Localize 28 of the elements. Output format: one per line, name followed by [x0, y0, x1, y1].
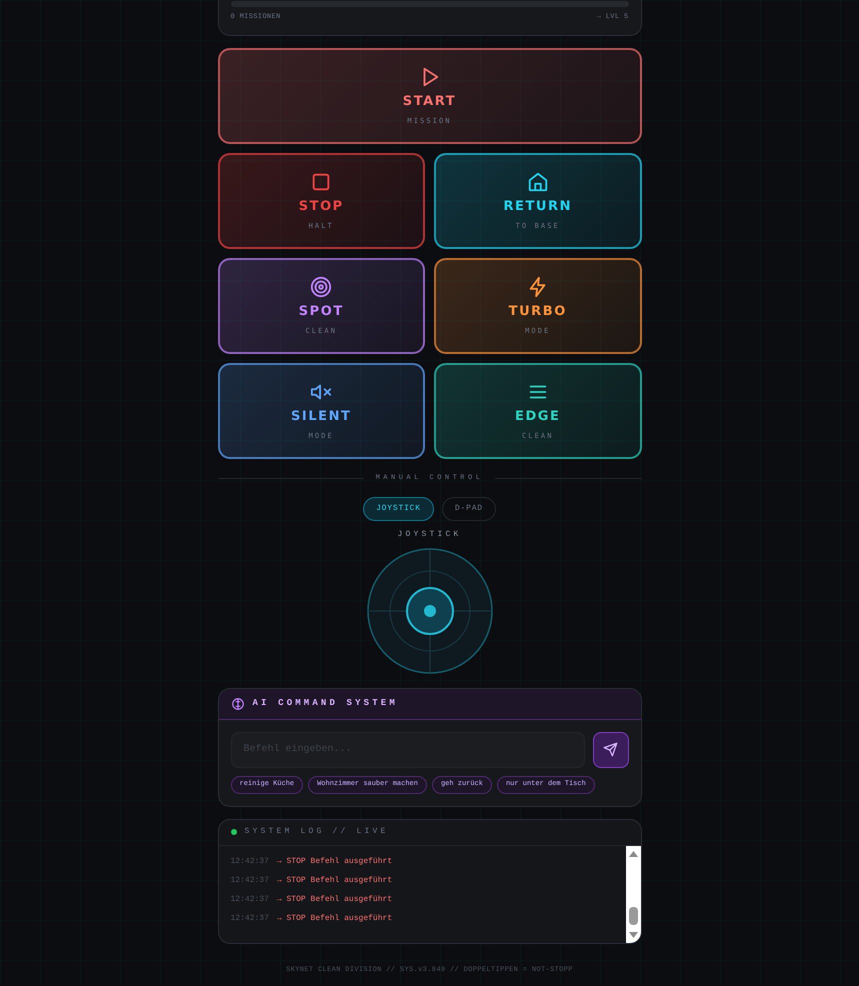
log-message: → STOP Befehl ausgeführt	[276, 894, 392, 906]
mode-title: SPOT	[298, 303, 344, 321]
mode-title: SILENT	[291, 408, 352, 426]
target-icon	[310, 276, 332, 298]
log-time: 12:42:37	[230, 912, 269, 924]
joystick-drawing[interactable]	[366, 546, 494, 674]
log-time: 12:42:37	[230, 894, 269, 906]
stop-icon	[310, 171, 332, 193]
log-message: → STOP Befehl ausgeführt	[276, 856, 392, 868]
mode-title: START	[402, 93, 456, 111]
control-tab[interactable]: JOYSTICK	[363, 496, 434, 520]
log-message: → STOP Befehl ausgeführt	[276, 874, 392, 886]
mode-title: EDGE	[515, 408, 560, 426]
mode-title: TURBO	[508, 303, 567, 321]
send-button[interactable]	[592, 732, 628, 768]
ai-title: AI COMMAND SYSTEM	[252, 696, 398, 710]
log-time: 12:42:37	[230, 874, 269, 886]
log-message: → STOP Befehl ausgeführt	[276, 912, 392, 924]
home-icon	[526, 171, 549, 193]
mode-title: STOP	[298, 198, 344, 216]
send-icon	[603, 742, 618, 757]
log-title: SYSTEM LOG // LIVE	[244, 826, 389, 838]
mode-title: RETURN	[503, 198, 572, 216]
log-time: 12:42:37	[230, 856, 269, 868]
pad-label: JOYSTICK	[397, 528, 462, 540]
control-tab[interactable]: D-PAD	[442, 496, 496, 520]
brain-icon	[230, 696, 244, 710]
scrollbar-drawing[interactable]	[626, 846, 640, 942]
